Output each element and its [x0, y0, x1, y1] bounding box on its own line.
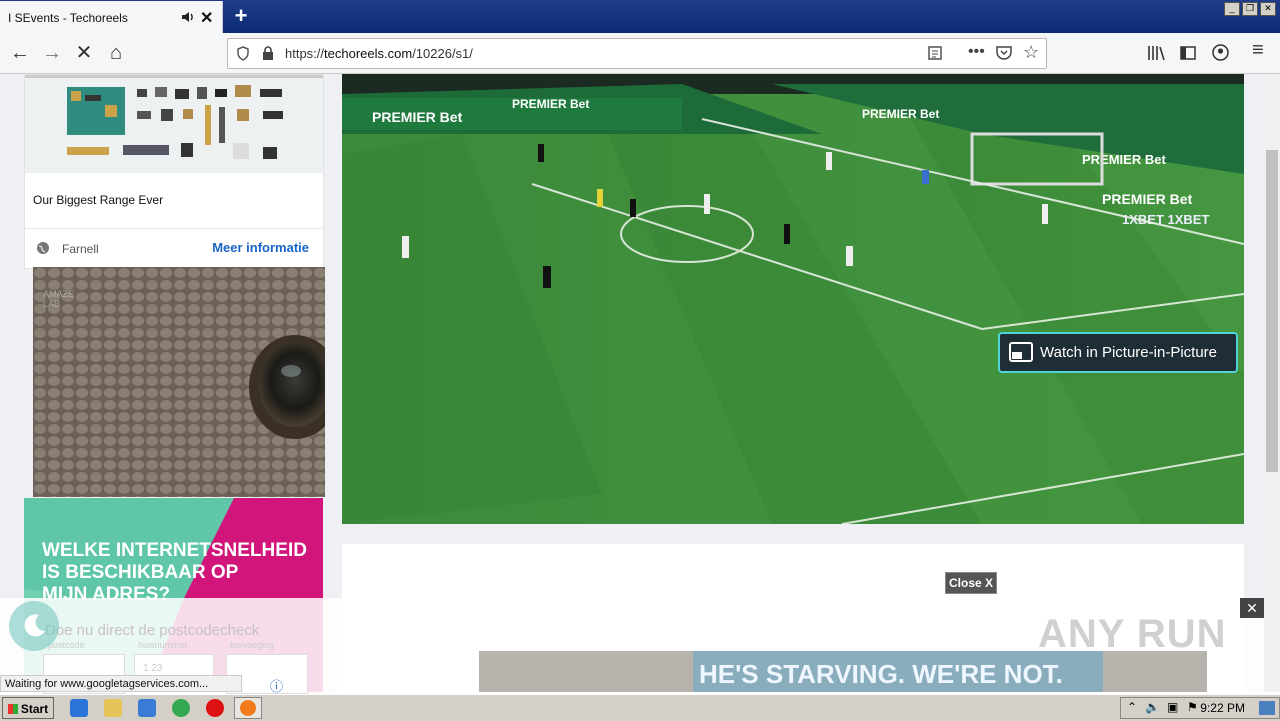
speaker-icon[interactable] [181, 10, 195, 24]
start-button[interactable]: Start [2, 697, 54, 719]
lizard-ad-image[interactable]: AMAZE LAB [33, 267, 341, 497]
more-actions-icon[interactable]: ••• [968, 43, 985, 61]
overlay-close-icon[interactable]: ✕ [1240, 598, 1264, 618]
svg-text:PREMIER Bet: PREMIER Bet [862, 107, 939, 121]
globe-icon [37, 242, 49, 254]
library-icon[interactable] [1147, 45, 1165, 61]
moon-icon [24, 614, 45, 637]
housenumber-label: huisnummer [138, 640, 188, 650]
pocket-icon[interactable] [996, 46, 1012, 60]
ad-source: Farnell [62, 242, 99, 256]
bookmark-star-icon[interactable]: ☆ [1023, 42, 1039, 63]
firefox-icon [240, 700, 256, 716]
ad-footer: Farnell Meer informatie [25, 228, 323, 269]
stop-icon[interactable]: ✕ [72, 41, 96, 65]
taskbar: Start ⌃ 🔈 ▣ ⚑ 9:22 PM [0, 694, 1280, 721]
banner-text: HE'S STARVING. WE'RE NOT. [699, 659, 1063, 689]
reader-view-icon[interactable] [928, 46, 942, 60]
status-bar: Waiting for www.googletagservices.com... [0, 675, 242, 692]
forward-icon[interactable]: → [40, 41, 64, 65]
ie-icon[interactable] [70, 699, 88, 717]
shield-icon[interactable] [236, 46, 250, 61]
clock: 9:22 PM [1200, 701, 1245, 715]
picture-in-picture-button[interactable]: Watch in Picture-in-Picture [998, 332, 1238, 373]
close-window-button[interactable]: ✕ [1260, 2, 1276, 16]
tab-title: I SEvents - Techoreels [8, 11, 128, 25]
back-icon[interactable]: ← [8, 41, 32, 65]
kpn-subtext: Doe nu direct de postcodecheck [45, 622, 260, 639]
anyrun-watermark: ANY RUN [1038, 612, 1227, 656]
svg-text:PREMIER Bet: PREMIER Bet [372, 109, 463, 125]
firefox-task-button[interactable] [234, 697, 262, 719]
ad-close-button[interactable]: Close X [945, 572, 997, 594]
pip-label: Watch in Picture-in-Picture [1040, 344, 1217, 361]
url-bar[interactable]: https://techoreels.com/10226/s1/ ••• ☆ [227, 38, 1047, 69]
tray-up-arrow-icon[interactable]: ⌃ [1127, 700, 1137, 714]
starving-banner-ad[interactable]: HE'S STARVING. WE'RE NOT. [479, 651, 1207, 692]
lock-icon[interactable] [262, 46, 274, 60]
folder-icon[interactable] [104, 699, 122, 717]
dark-mode-toggle[interactable] [9, 601, 59, 651]
tab-active[interactable]: I SEvents - Techoreels ✕ [0, 1, 223, 33]
pip-icon [1009, 342, 1033, 362]
windows-logo-icon [7, 704, 18, 714]
ad-product-image[interactable] [25, 75, 323, 173]
svg-text:PREMIER Bet: PREMIER Bet [1102, 191, 1193, 207]
svg-text:PREMIER Bet: PREMIER Bet [1082, 152, 1166, 167]
svg-text:AMAZE: AMAZE [43, 289, 74, 299]
sidebar-icon[interactable] [1180, 45, 1196, 61]
opera-icon[interactable] [206, 699, 224, 717]
nav-bar: ← → ✕ ⌂ https://techoreels.com/10226/s1/… [0, 33, 1280, 74]
account-icon[interactable] [1212, 44, 1229, 61]
system-tray: ⌃ 🔈 ▣ ⚑ 9:22 PM [1120, 697, 1280, 719]
scrollbar-thumb[interactable] [1266, 150, 1278, 472]
tab-bar: I SEvents - Techoreels ✕ + _ ❐ ✕ [0, 0, 1280, 33]
ad-more-info-link[interactable]: Meer informatie [212, 240, 309, 255]
url-text: https://techoreels.com/10226/s1/ [285, 46, 473, 61]
ad-card[interactable]: Our Biggest Range Ever Farnell Meer info… [24, 74, 324, 269]
svg-text:PREMIER Bet: PREMIER Bet [512, 97, 589, 111]
home-icon[interactable]: ⌂ [104, 41, 128, 65]
minimize-button[interactable]: _ [1224, 2, 1240, 16]
svg-text:LAB: LAB [43, 299, 60, 309]
network-icon[interactable]: ▣ [1167, 700, 1178, 714]
info-icon[interactable]: ⓘ [270, 676, 283, 695]
show-desktop-icon[interactable] [1259, 701, 1275, 715]
ad-title[interactable]: Our Biggest Range Ever [33, 193, 163, 207]
flag-icon[interactable]: ⚑ [1187, 700, 1198, 714]
chrome-icon[interactable] [172, 699, 190, 717]
video-player[interactable]: PREMIER Bet PREMIER Bet PREMIER Bet PREM… [342, 74, 1244, 524]
new-tab-button[interactable]: + [230, 3, 252, 29]
tab-close-icon[interactable]: ✕ [200, 8, 213, 28]
volume-icon[interactable]: 🔈 [1145, 700, 1160, 714]
kpn-headline: WELKE INTERNETSNELHEID IS BESCHIKBAAR OP… [42, 540, 307, 605]
window-controls: _ ❐ ✕ [1224, 2, 1276, 16]
media-player-icon[interactable] [138, 699, 156, 717]
addition-label: toevoeging [230, 640, 275, 650]
restore-button[interactable]: ❐ [1242, 2, 1258, 16]
menu-icon[interactable]: ≡ [1252, 39, 1264, 62]
